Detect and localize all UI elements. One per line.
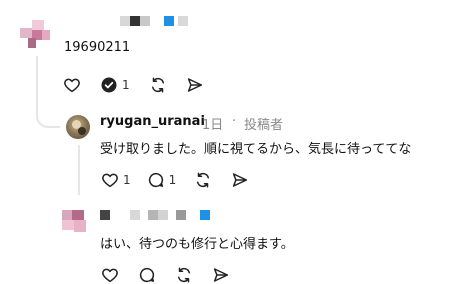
repost-check-icon [101, 77, 117, 93]
share-button-top[interactable] [186, 75, 204, 95]
like-button-reply2[interactable] [101, 265, 119, 284]
username-top-redacted[interactable] [120, 16, 200, 28]
post-body-top: 19690211 [64, 40, 131, 55]
reply-thread-line [78, 145, 80, 195]
like-button-top[interactable] [63, 75, 81, 95]
repost-icon [197, 172, 210, 188]
repost-status-top[interactable]: 1 [100, 75, 130, 95]
repost-icon [151, 77, 164, 93]
post-body-reply2: はい、待つのも修行と心得ます。 [100, 237, 294, 252]
heart-icon [102, 268, 118, 283]
thread-curve [36, 104, 60, 128]
action-bar-ryugan: 1 1 [101, 170, 268, 190]
comment-button-ryugan[interactable]: 1 [147, 170, 177, 190]
avatar-reply2[interactable] [62, 210, 92, 236]
heart-icon [64, 78, 80, 93]
comment-icon [139, 267, 155, 283]
like-count-ryugan: 1 [123, 173, 131, 187]
share-button-ryugan[interactable] [231, 170, 249, 190]
author-badge: 投稿者 [244, 118, 284, 133]
repost-icon [178, 267, 190, 283]
comment-button-reply2[interactable] [138, 265, 156, 284]
post-body-ryugan: 受け取りました。順に視てるから、気長に待っててな [100, 142, 412, 157]
avatar-ryugan[interactable] [66, 115, 90, 139]
share-button-reply2[interactable] [212, 265, 230, 284]
share-icon [187, 78, 202, 92]
action-bar-top: 1 [63, 75, 223, 95]
meta-separator: · [232, 114, 237, 129]
timestamp-ryugan[interactable]: 1日 [202, 114, 223, 133]
heart-icon [102, 173, 118, 188]
repost-button-top[interactable] [149, 75, 167, 95]
username-reply2-redacted[interactable] [100, 210, 220, 222]
share-icon [213, 268, 229, 282]
share-icon [233, 173, 248, 187]
action-bar-reply2 [101, 265, 249, 284]
comment-count-ryugan: 1 [168, 173, 177, 187]
repost-count-top: 1 [122, 78, 130, 92]
repost-button-ryugan[interactable] [194, 170, 212, 190]
comment-icon [148, 172, 163, 188]
like-button-ryugan[interactable]: 1 [101, 170, 131, 190]
repost-button-reply2[interactable] [175, 265, 193, 284]
avatar-top[interactable] [20, 20, 52, 48]
username-ryugan[interactable]: ryugan_uranai [100, 114, 205, 129]
